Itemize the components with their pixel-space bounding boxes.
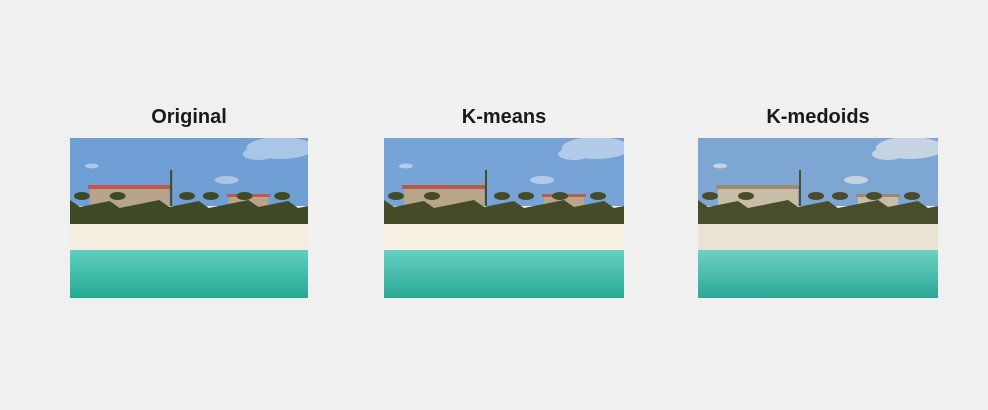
palm-frond (73, 192, 90, 200)
palm-frond (518, 192, 534, 200)
palm-frond (179, 192, 195, 200)
palm-frond (202, 192, 219, 200)
cloud (84, 163, 99, 169)
sand (70, 224, 308, 252)
palm-frond (552, 192, 568, 200)
cloud (713, 163, 727, 169)
sea (384, 250, 624, 298)
palm-frond (388, 192, 404, 200)
palm-frond (808, 192, 824, 200)
mast (170, 170, 173, 206)
palm-frond (590, 192, 606, 200)
cloud (242, 148, 275, 160)
beach-image-kmedoids (698, 138, 938, 298)
palm-frond (109, 192, 126, 200)
beach-image-original (70, 138, 308, 298)
palm-frond (274, 192, 291, 200)
cloud (872, 148, 904, 160)
palm-frond (236, 192, 253, 200)
palm-frond (702, 192, 718, 200)
mast (799, 170, 801, 206)
panel-title-original: Original (151, 106, 227, 128)
hotel-roof (716, 185, 800, 189)
sand (384, 224, 624, 252)
sand (698, 224, 938, 252)
panel-kmedoids: K-medoids (698, 104, 938, 298)
hotel-roof (87, 185, 172, 189)
cloud (844, 176, 868, 184)
panel-title-kmeans: K-means (461, 106, 547, 128)
hotel-roof (402, 185, 486, 189)
palm-frond (494, 192, 510, 200)
cloud (214, 176, 239, 184)
palm-frond (866, 192, 882, 200)
panel-kmeans: K-means (384, 104, 624, 298)
cloud (399, 163, 413, 169)
palm-frond (904, 192, 920, 200)
cloud (558, 148, 590, 160)
mast (485, 170, 487, 206)
palm-frond (832, 192, 848, 200)
panel-original: Original (70, 104, 308, 298)
palm-frond (424, 192, 440, 200)
panel-title-kmedoids: K-medoids (766, 106, 870, 128)
cloud (530, 176, 554, 184)
beach-image-kmeans (384, 138, 624, 298)
sea (70, 250, 308, 298)
sea (698, 250, 938, 298)
palm-frond (738, 192, 754, 200)
